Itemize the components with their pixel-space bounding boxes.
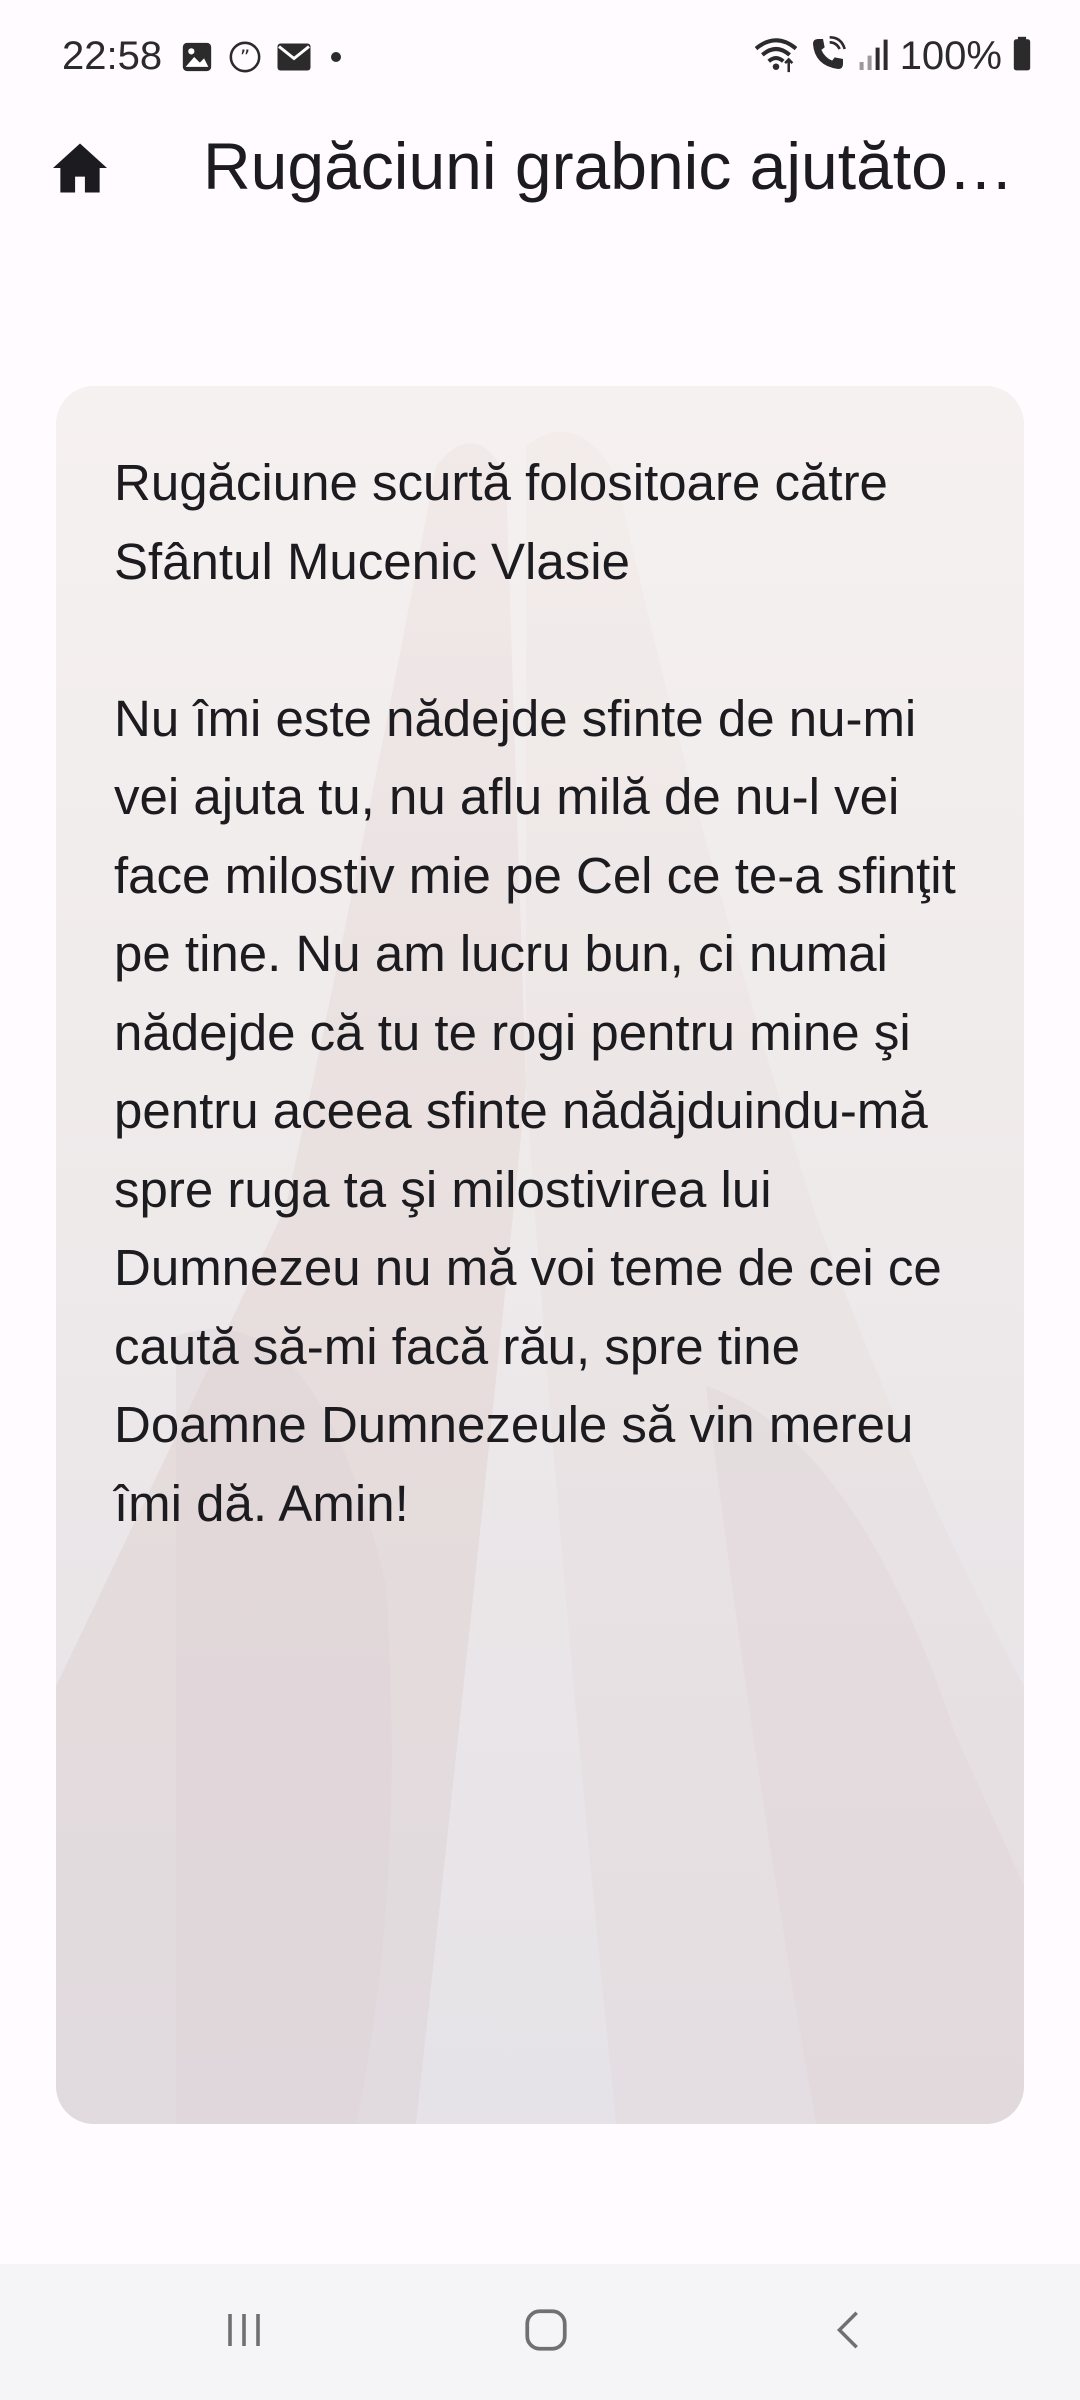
battery-percent: 100% [899,34,1002,78]
notification-icons: ” [180,40,346,79]
quote-icon: ” [228,40,262,79]
svg-text:”: ” [240,46,250,69]
app-bar: Rugăciuni grabnic ajutătoare [0,120,1080,220]
home-button[interactable] [40,130,120,210]
navigation-bar [0,2264,1080,2400]
recents-button[interactable] [184,2288,304,2376]
home-nav-button[interactable] [486,2288,606,2376]
prayer-card[interactable]: Rugăciune scurtă folositoare către Sfânt… [56,386,1024,2124]
prayer-text: Rugăciune scurtă folositoare către Sfânt… [114,454,956,1532]
recents-icon [220,2306,268,2359]
system-icons: 100% [754,34,1032,79]
wifi-call-icon [808,34,848,79]
status-bar: 22:58 ” 100% [0,0,1080,120]
back-button[interactable] [789,2288,909,2376]
dot-icon [326,47,346,72]
battery-icon [1012,36,1032,77]
page-title: Rugăciuni grabnic ajutătoare [203,129,1023,203]
back-icon [826,2305,872,2360]
mail-icon [276,42,312,77]
wifi-icon [754,34,798,79]
status-time: 22:58 [62,34,163,78]
home-icon [50,141,110,200]
image-icon [180,40,214,79]
signal-icon [858,36,890,77]
home-nav-icon [521,2305,571,2360]
